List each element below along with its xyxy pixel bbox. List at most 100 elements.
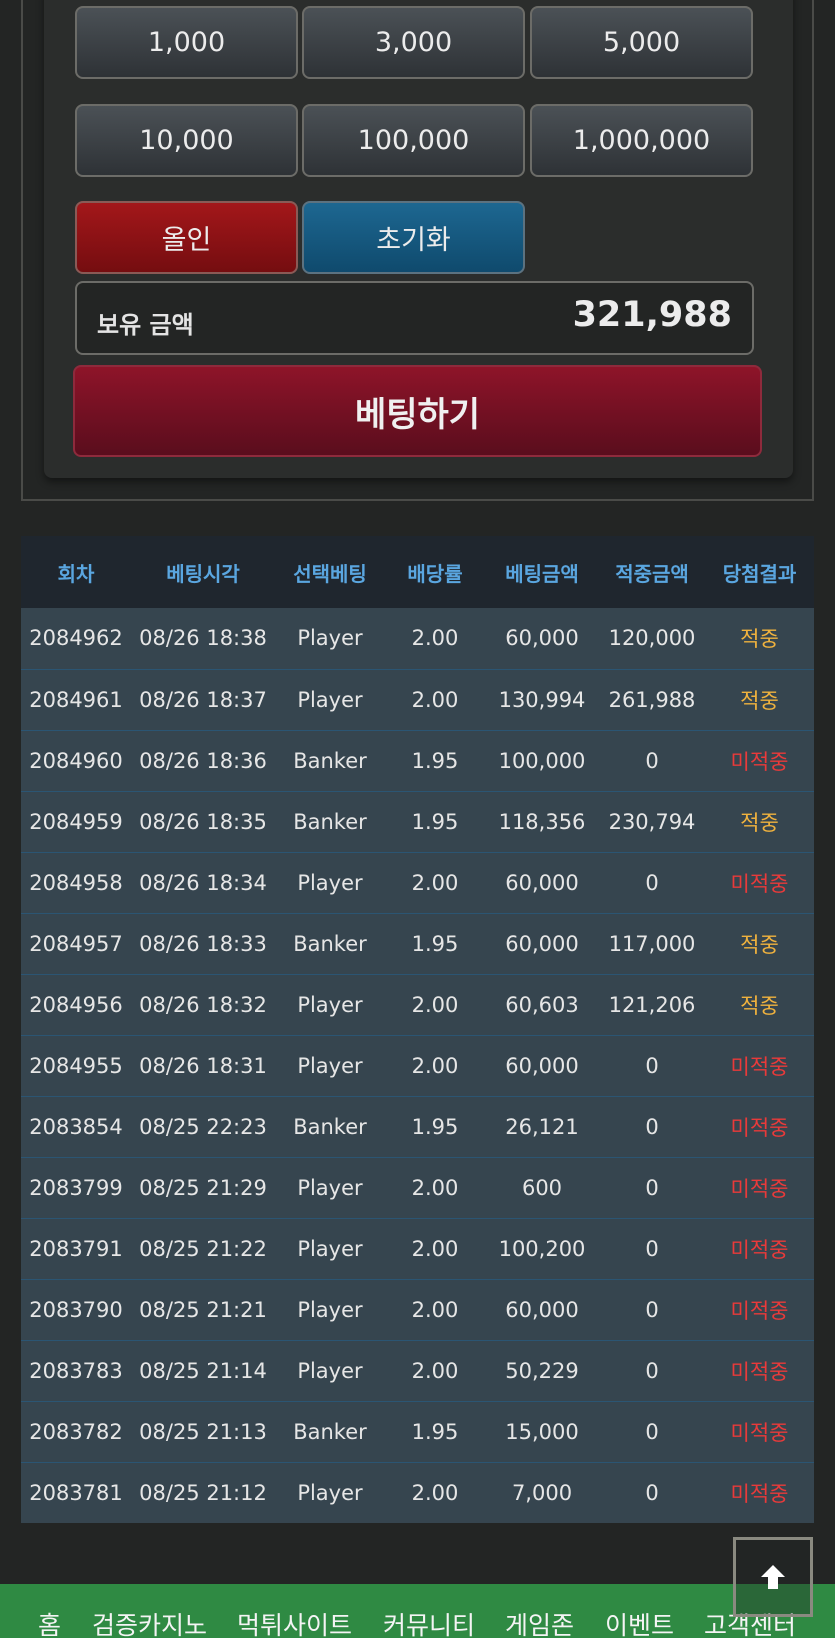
cell-bet-time: 08/25 21:12	[131, 1462, 275, 1523]
cell-round: 2084955	[21, 1035, 131, 1097]
table-row: 2083791 08/25 21:22 Player 2.00 100,200 0 미적중	[21, 1218, 814, 1280]
cell-bet-time: 08/26 18:36	[131, 730, 275, 792]
header-selection: 선택베팅	[275, 536, 385, 608]
table-body: 2084962 08/26 18:38 Player 2.00 60,000 120,00…	[21, 608, 814, 1523]
header-odds: 배당률	[385, 536, 485, 608]
cell-bet-amount: 60,000	[485, 1035, 599, 1097]
cell-bet-time: 08/25 21:29	[131, 1157, 275, 1219]
table-row: 2084960 08/26 18:36 Banker 1.95 100,000 0 미적중	[21, 730, 814, 792]
cell-round: 2083782	[21, 1401, 131, 1463]
cell-result: 미적중	[705, 1096, 814, 1158]
cell-bet-time: 08/26 18:31	[131, 1035, 275, 1097]
cell-round: 2084958	[21, 852, 131, 914]
cell-win-amount: 0	[599, 1157, 705, 1219]
cell-selection: Banker	[275, 1096, 385, 1158]
table-row: 2083790 08/25 21:21 Player 2.00 60,000 0 미적중	[21, 1279, 814, 1341]
cell-win-amount: 230,794	[599, 791, 705, 853]
header-bet-time: 베팅시각	[131, 536, 275, 608]
header-round: 회차	[21, 536, 131, 608]
header-result: 당첨결과	[705, 536, 814, 608]
cell-result: 미적중	[705, 1218, 814, 1280]
chip-button-10000[interactable]: 10,000	[75, 104, 298, 177]
cell-win-amount: 0	[599, 1218, 705, 1280]
cell-result: 적중	[705, 913, 814, 975]
cell-round: 2084960	[21, 730, 131, 792]
nav-item-community[interactable]: 커뮤니티	[383, 1606, 475, 1638]
cell-bet-amount: 26,121	[485, 1096, 599, 1158]
cell-bet-time: 08/25 21:22	[131, 1218, 275, 1280]
cell-result: 미적중	[705, 1462, 814, 1523]
cell-selection: Player	[275, 1157, 385, 1219]
table-row: 2084955 08/26 18:31 Player 2.00 60,000 0 미적중	[21, 1035, 814, 1097]
place-bet-button[interactable]: 베팅하기	[73, 365, 762, 457]
cell-bet-amount: 15,000	[485, 1401, 599, 1463]
nav-item-verified-casino[interactable]: 검증카지노	[92, 1606, 207, 1638]
cell-win-amount: 0	[599, 1096, 705, 1158]
cell-odds: 2.00	[385, 974, 485, 1036]
cell-selection: Player	[275, 1462, 385, 1523]
cell-round: 2083854	[21, 1096, 131, 1158]
nav-item-game-zone[interactable]: 게임존	[505, 1606, 574, 1638]
cell-bet-amount: 600	[485, 1157, 599, 1219]
table-row: 2083854 08/25 22:23 Banker 1.95 26,121 0 미적중	[21, 1096, 814, 1158]
cell-win-amount: 120,000	[599, 608, 705, 670]
chip-button-1000[interactable]: 1,000	[75, 6, 298, 79]
chip-button-100000[interactable]: 100,000	[302, 104, 525, 177]
cell-selection: Player	[275, 608, 385, 670]
balance-box: 보유 금액 321,988	[75, 281, 754, 355]
cell-bet-time: 08/26 18:32	[131, 974, 275, 1036]
cell-win-amount: 0	[599, 1035, 705, 1097]
cell-odds: 1.95	[385, 791, 485, 853]
chip-button-5000[interactable]: 5,000	[530, 6, 753, 79]
cell-result: 미적중	[705, 730, 814, 792]
cell-result: 적중	[705, 974, 814, 1036]
table-row: 2084956 08/26 18:32 Player 2.00 60,603 121,20…	[21, 974, 814, 1036]
cell-bet-amount: 100,200	[485, 1218, 599, 1280]
cell-selection: Player	[275, 669, 385, 731]
cell-selection: Player	[275, 1279, 385, 1341]
table-header-row: 회차 베팅시각 선택베팅 배당률 베팅금액 적중금액 당첨결과	[21, 536, 814, 608]
table-row: 2084958 08/26 18:34 Player 2.00 60,000 0 미적중	[21, 852, 814, 914]
cell-result: 미적중	[705, 1157, 814, 1219]
cell-odds: 1.95	[385, 1401, 485, 1463]
cell-round: 2084962	[21, 608, 131, 670]
cell-bet-amount: 60,000	[485, 913, 599, 975]
cell-odds: 2.00	[385, 1462, 485, 1523]
cell-bet-time: 08/26 18:34	[131, 852, 275, 914]
cell-result: 적중	[705, 669, 814, 731]
cell-win-amount: 121,206	[599, 974, 705, 1036]
cell-bet-time: 08/26 18:35	[131, 791, 275, 853]
cell-win-amount: 0	[599, 1340, 705, 1402]
cell-bet-amount: 7,000	[485, 1462, 599, 1523]
cell-bet-time: 08/25 21:14	[131, 1340, 275, 1402]
cell-selection: Player	[275, 1035, 385, 1097]
reset-button[interactable]: 초기화	[302, 201, 525, 274]
cell-bet-amount: 100,000	[485, 730, 599, 792]
chip-button-3000[interactable]: 3,000	[302, 6, 525, 79]
cell-bet-time: 08/26 18:38	[131, 608, 275, 670]
cell-round: 2084957	[21, 913, 131, 975]
cell-round: 2083790	[21, 1279, 131, 1341]
cell-round: 2083781	[21, 1462, 131, 1523]
page: 1,000 3,000 5,000 10,000 100,000 1,000,0…	[0, 0, 835, 1638]
cell-odds: 2.00	[385, 1279, 485, 1341]
header-bet-amount: 베팅금액	[485, 536, 599, 608]
cell-result: 미적중	[705, 1035, 814, 1097]
cell-odds: 2.00	[385, 852, 485, 914]
chip-button-1000000[interactable]: 1,000,000	[530, 104, 753, 177]
cell-bet-amount: 60,000	[485, 608, 599, 670]
cell-bet-time: 08/25 21:21	[131, 1279, 275, 1341]
cell-selection: Player	[275, 1218, 385, 1280]
balance-value: 321,988	[572, 295, 732, 335]
balance-label: 보유 금액	[97, 311, 194, 339]
cell-selection: Banker	[275, 791, 385, 853]
cell-bet-amount: 60,000	[485, 1279, 599, 1341]
bet-history-table: 회차 베팅시각 선택베팅 배당률 베팅금액 적중금액 당첨결과 2084962 0…	[21, 536, 814, 1523]
cell-odds: 2.00	[385, 1157, 485, 1219]
nav-item-scam-sites[interactable]: 먹튀사이트	[237, 1606, 352, 1638]
nav-item-home[interactable]: 홈	[38, 1606, 61, 1638]
cell-odds: 2.00	[385, 1340, 485, 1402]
scroll-to-top-button[interactable]	[733, 1537, 813, 1617]
allin-button[interactable]: 올인	[75, 201, 298, 274]
nav-item-events[interactable]: 이벤트	[605, 1606, 674, 1638]
